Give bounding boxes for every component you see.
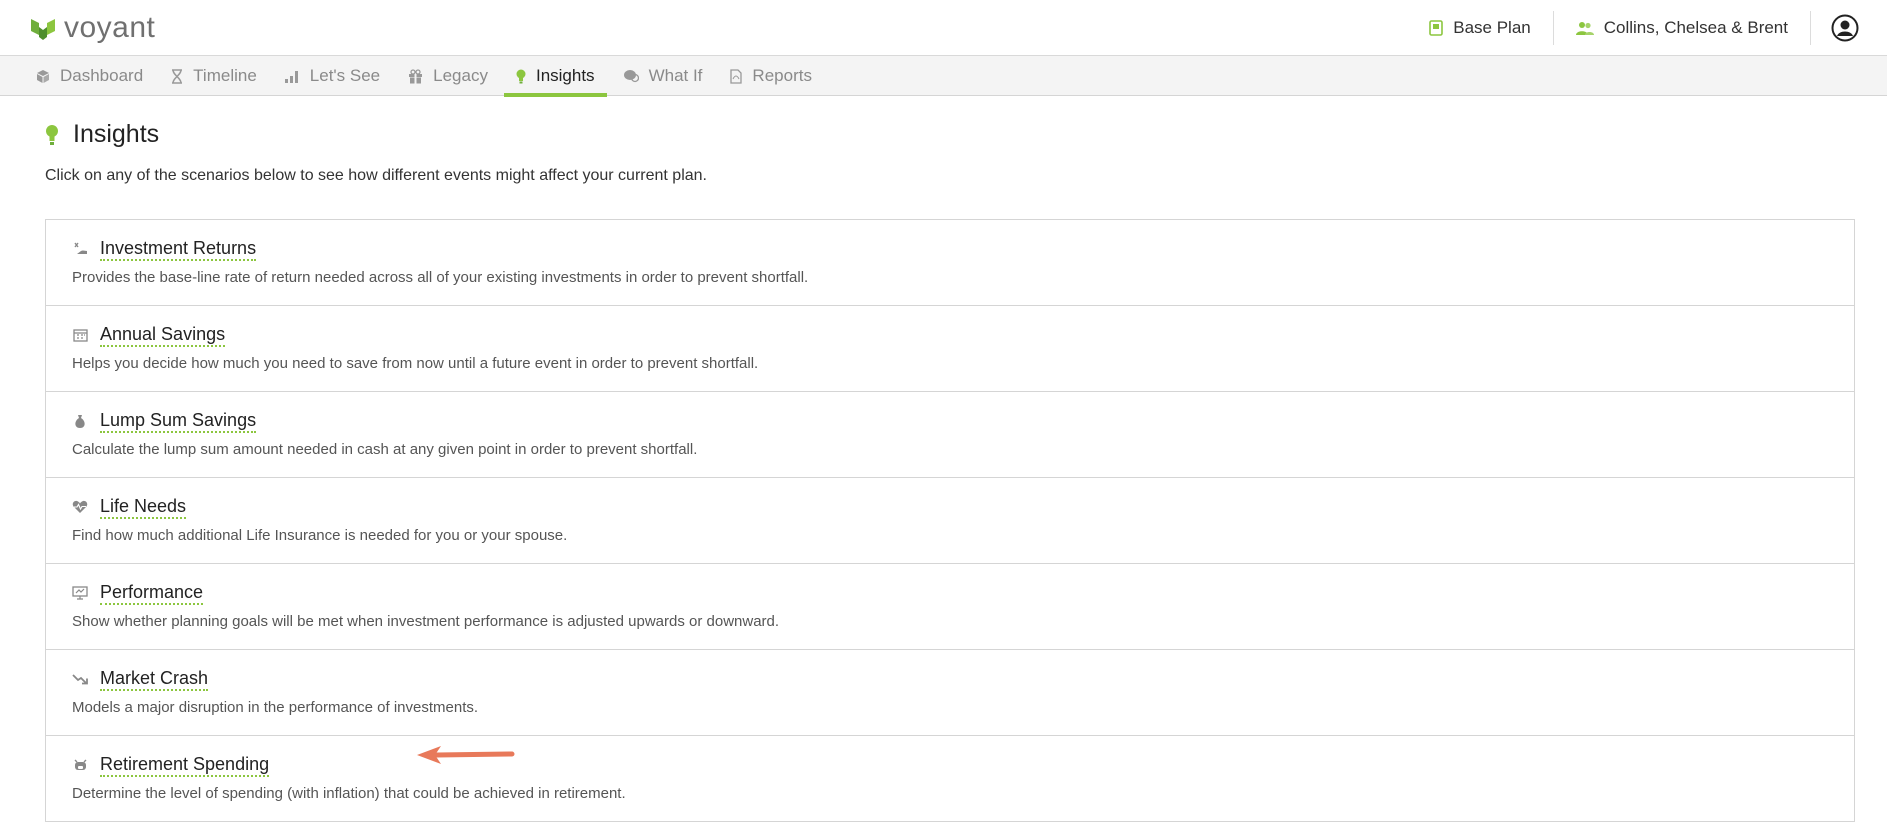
page-title: Insights xyxy=(45,120,1855,149)
top-header: voyant Base Plan Collins, Chelsea & Bren… xyxy=(0,0,1887,56)
scenario-description: Find how much additional Life Insurance … xyxy=(72,527,568,544)
scenario-title[interactable]: Market Crash xyxy=(100,667,209,691)
tab-timeline[interactable]: Timeline xyxy=(159,56,269,96)
scenario-annual-savings[interactable]: Annual Savings Helps you decide how much… xyxy=(46,306,1854,392)
tab-dashboard[interactable]: Dashboard xyxy=(24,56,155,96)
users-icon xyxy=(1575,21,1594,35)
scenario-life-needs[interactable]: Life Needs Find how much additional Life… xyxy=(46,478,1854,564)
tab-what-if[interactable]: What If xyxy=(611,56,715,96)
trend-down-icon xyxy=(72,671,88,687)
hand-coin-icon xyxy=(72,241,88,257)
scenario-retirement-spending[interactable]: Retirement Spending Determine the level … xyxy=(46,736,1854,822)
tab-legacy[interactable]: Legacy xyxy=(396,56,500,96)
header-actions: Base Plan Collins, Chelsea & Brent xyxy=(1407,0,1887,56)
scenario-description: Calculate the lump sum amount needed in … xyxy=(72,441,698,458)
lightbulb-icon xyxy=(516,69,526,83)
user-account-button[interactable] xyxy=(1811,11,1887,45)
tab-insights[interactable]: Insights xyxy=(503,56,607,97)
plan-book-icon xyxy=(1429,20,1444,36)
heartbeat-icon xyxy=(72,499,88,515)
brand-name: voyant xyxy=(64,11,156,44)
insights-page: Insights Click on any of the scenarios b… xyxy=(45,96,1855,822)
hourglass-icon xyxy=(172,68,183,84)
scenario-description: Models a major disruption in the perform… xyxy=(72,699,479,716)
cube-icon xyxy=(37,69,49,83)
clients-button[interactable]: Collins, Chelsea & Brent xyxy=(1554,11,1811,45)
calendar-icon xyxy=(72,327,88,343)
pdf-file-icon xyxy=(730,68,743,84)
scenario-title[interactable]: Retirement Spending xyxy=(100,753,270,777)
user-circle-icon xyxy=(1831,14,1859,42)
scenario-description: Determine the level of spending (with in… xyxy=(72,785,626,802)
scenario-list: Investment Returns Provides the base-lin… xyxy=(45,219,1855,822)
voyant-logo[interactable]: voyant xyxy=(28,10,155,46)
presentation-icon xyxy=(72,585,88,601)
scenario-title[interactable]: Investment Returns xyxy=(100,237,257,261)
tab-label: Timeline xyxy=(193,66,257,85)
gift-icon xyxy=(409,68,423,84)
annotation-arrow-icon xyxy=(417,746,515,764)
main-nav: Dashboard Timeline Let's See Legacy Insi… xyxy=(0,56,1887,97)
clients-label: Collins, Chelsea & Brent xyxy=(1603,18,1788,37)
tab-label: Legacy xyxy=(433,66,488,85)
tab-label: Dashboard xyxy=(60,66,144,85)
tab-label: What If xyxy=(648,66,703,85)
scenario-description: Provides the base-line rate of return ne… xyxy=(72,269,809,286)
base-plan-label: Base Plan xyxy=(1453,18,1531,37)
tab-label: Reports xyxy=(752,66,812,85)
bar-chart-icon xyxy=(284,70,298,83)
tab-reports[interactable]: Reports xyxy=(718,56,824,96)
scenario-description: Show whether planning goals will be met … xyxy=(72,613,780,630)
scenario-description: Helps you decide how much you need to sa… xyxy=(72,355,759,372)
page-title-text: Insights xyxy=(73,120,160,148)
money-bag-icon xyxy=(72,413,88,429)
scenario-title[interactable]: Annual Savings xyxy=(100,323,226,347)
base-plan-button[interactable]: Base Plan xyxy=(1407,11,1554,45)
lightbulb-icon xyxy=(46,124,58,145)
scenario-title[interactable]: Life Needs xyxy=(100,495,187,519)
scenario-title[interactable]: Performance xyxy=(100,581,204,605)
voyant-logo-icon xyxy=(31,19,55,40)
scenario-title[interactable]: Lump Sum Savings xyxy=(100,409,257,433)
chat-icon xyxy=(623,70,639,83)
scenario-investment-returns[interactable]: Investment Returns Provides the base-lin… xyxy=(46,220,1854,306)
tab-lets-see[interactable]: Let's See xyxy=(273,56,392,96)
tab-label: Let's See xyxy=(309,66,381,85)
scenario-performance[interactable]: Performance Show whether planning goals … xyxy=(46,564,1854,650)
page-description: Click on any of the scenarios below to s… xyxy=(45,167,707,184)
piggy-bank-icon xyxy=(72,757,88,773)
scenario-market-crash[interactable]: Market Crash Models a major disruption i… xyxy=(46,650,1854,736)
tab-label: Insights xyxy=(535,66,595,85)
scenario-lump-sum-savings[interactable]: Lump Sum Savings Calculate the lump sum … xyxy=(46,392,1854,478)
